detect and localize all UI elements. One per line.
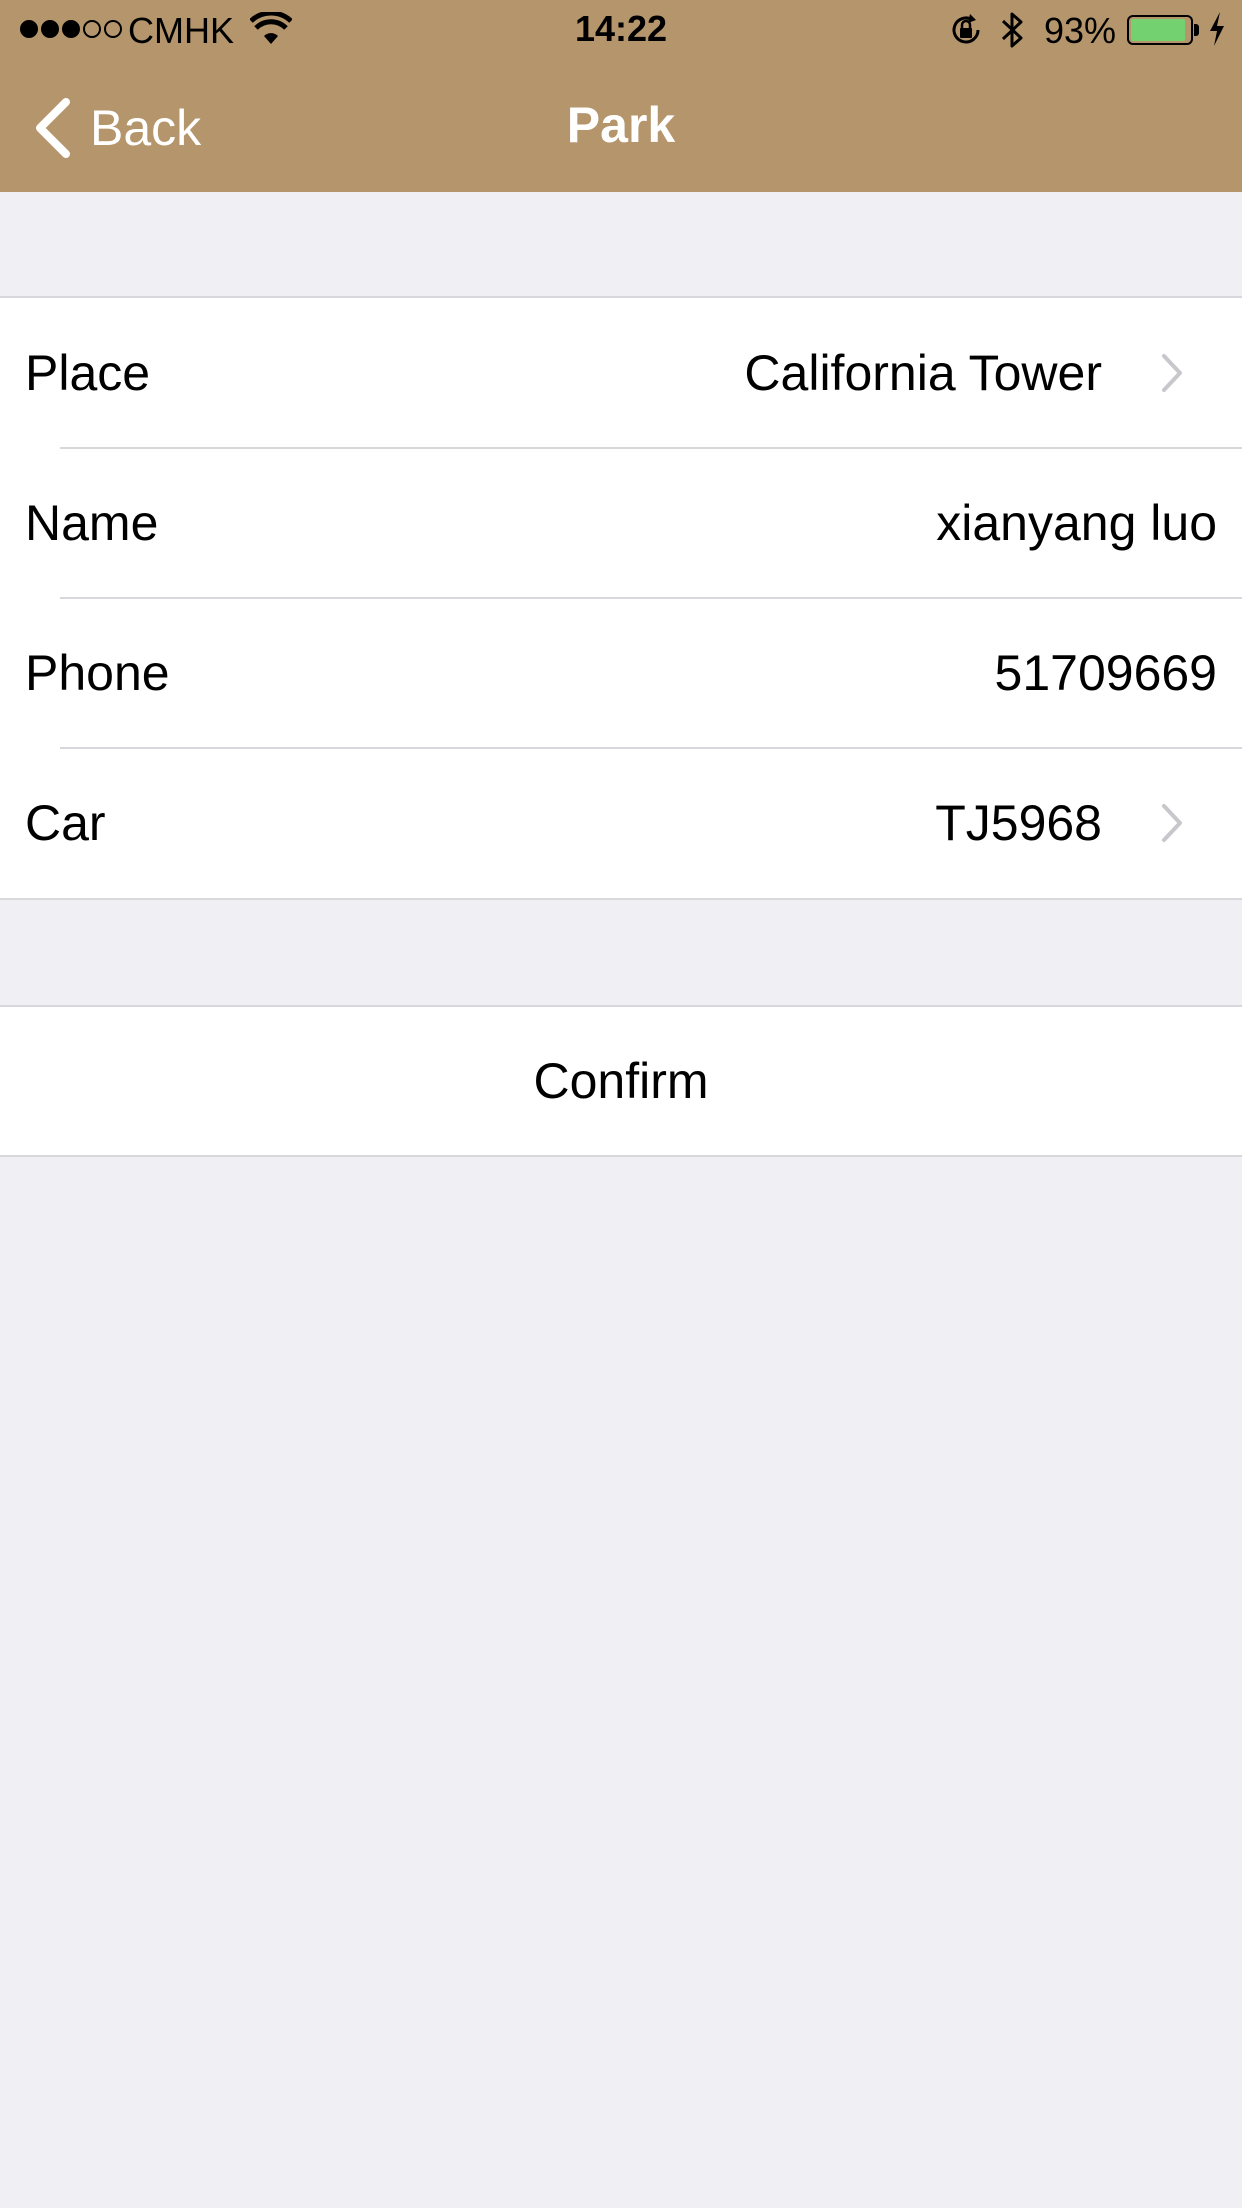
name-label: Name [25, 495, 159, 551]
chevron-right-icon [1162, 804, 1182, 842]
phone-row[interactable]: Phone 51709669 [0, 597, 1242, 748]
car-value: TJ5968 [935, 795, 1102, 851]
confirm-button[interactable]: Confirm [0, 1005, 1242, 1157]
phone-value: 51709669 [994, 645, 1217, 701]
chevron-right-icon [1162, 354, 1182, 392]
parking-form: Place California Tower Name xianyang luo… [0, 296, 1242, 900]
confirm-label: Confirm [533, 1053, 709, 1109]
header: CMHK 14:22 93% Back Park [0, 0, 1242, 192]
car-row[interactable]: Car TJ5968 [0, 747, 1242, 898]
name-value: xianyang luo [936, 495, 1217, 551]
page-title: Park [566, 97, 676, 153]
battery-level-fill [1131, 19, 1185, 41]
phone-label: Phone [25, 645, 170, 701]
battery-percentage: 93% [1044, 10, 1117, 51]
battery-icon [1127, 15, 1193, 45]
place-row[interactable]: Place California Tower [0, 298, 1242, 448]
car-label: Car [25, 795, 106, 851]
charging-bolt-icon [1210, 12, 1224, 46]
rotation-lock-icon [952, 14, 980, 44]
bluetooth-icon [1001, 12, 1023, 48]
place-value: California Tower [744, 345, 1102, 401]
status-bar: CMHK 14:22 93% [0, 0, 1242, 60]
name-row[interactable]: Name xianyang luo [0, 447, 1242, 598]
battery-nub [1194, 24, 1199, 36]
place-label: Place [25, 345, 151, 401]
